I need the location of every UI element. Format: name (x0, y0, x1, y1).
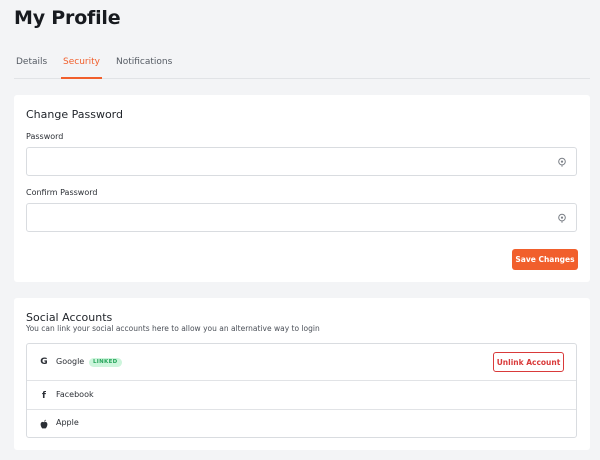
save-changes-button[interactable]: Save Changes (512, 249, 578, 270)
social-accounts-subtitle: You can link your social accounts here t… (26, 324, 320, 333)
password-input[interactable] (27, 148, 547, 175)
apple-icon (40, 419, 48, 429)
password-label: Password (26, 132, 64, 141)
page-title: My Profile (14, 7, 121, 29)
social-row-google: G Google LINKED Unlink Account (27, 344, 576, 381)
social-accounts-list: G Google LINKED Unlink Account f Faceboo… (26, 343, 577, 438)
change-password-card: Change Password Password Confirm Passwor… (14, 95, 590, 282)
facebook-icon: f (42, 391, 46, 401)
password-field-wrapper (26, 147, 577, 176)
social-name-facebook: Facebook (56, 390, 94, 399)
linked-badge: LINKED (89, 358, 122, 367)
social-name-apple: Apple (56, 418, 79, 427)
tab-security[interactable]: Security (61, 57, 102, 79)
show-password-icon[interactable] (557, 157, 567, 167)
unlink-account-button[interactable]: Unlink Account (493, 352, 564, 372)
social-row-facebook[interactable]: f Facebook (27, 381, 576, 410)
confirm-password-label: Confirm Password (26, 188, 98, 197)
social-accounts-card: Social Accounts You can link your social… (14, 298, 590, 450)
tab-bar: Details Security Notifications (14, 57, 590, 79)
confirm-password-field-wrapper (26, 203, 577, 232)
social-row-apple[interactable]: Apple (27, 410, 576, 437)
confirm-password-input[interactable] (27, 204, 547, 231)
change-password-title: Change Password (26, 108, 123, 121)
google-icon: G (40, 357, 48, 367)
tab-details[interactable]: Details (16, 57, 47, 79)
social-accounts-title: Social Accounts (26, 311, 113, 324)
show-confirm-password-icon[interactable] (557, 213, 567, 223)
tab-notifications[interactable]: Notifications (116, 57, 172, 79)
social-name-google: Google (56, 357, 85, 366)
